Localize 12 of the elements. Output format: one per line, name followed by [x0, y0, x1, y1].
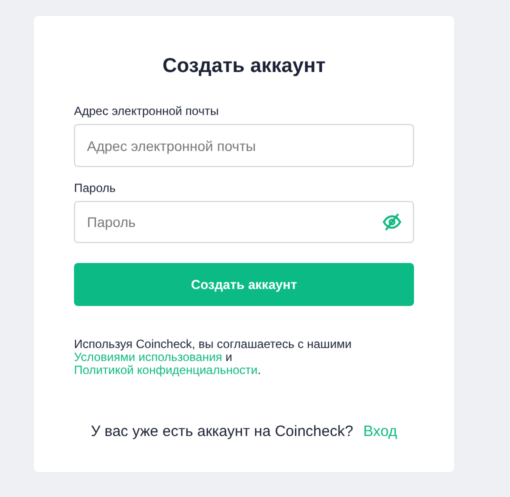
email-field[interactable]: Адрес электронной почты — [74, 124, 414, 167]
create-account-button[interactable]: Создать аккаунт — [74, 263, 414, 306]
terms-text: Используя Coincheck, вы соглашаетесь с нашими Условиями использования и Политикой конфиденциальности. — [74, 338, 353, 377]
field-label: Пароль — [74, 180, 117, 196]
privacy-link[interactable]: Политикой конфиденциальности — [74, 363, 258, 377]
form-title: Создать аккаунт — [161, 54, 327, 78]
field-label: Адрес электронной почты — [74, 103, 220, 119]
terms-link[interactable]: Условиями использования — [74, 350, 222, 364]
login-link[interactable]: Вход — [363, 421, 398, 444]
password-field[interactable]: Пароль — [74, 201, 414, 243]
eye-slash-icon[interactable] — [382, 213, 402, 231]
login-prompt: У вас уже есть аккаунт на Coincheck? — [90, 422, 354, 442]
